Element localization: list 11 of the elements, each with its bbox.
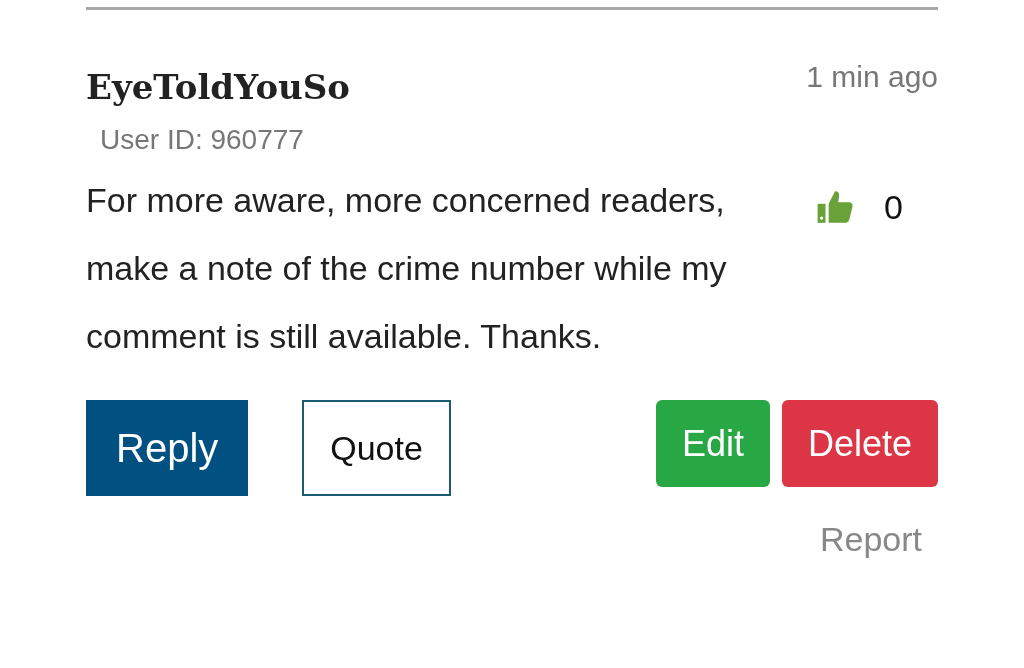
report-link[interactable]: Report xyxy=(819,522,922,556)
edit-button[interactable]: Edit xyxy=(655,400,770,487)
thumbs-up-icon[interactable] xyxy=(816,188,854,226)
quote-button[interactable]: Quote xyxy=(302,400,451,496)
comment-text: For more aware, more concerned readers, make a note of the crime number while my comment is still available. Thanks. xyxy=(86,180,728,357)
delete-button[interactable]: Delete xyxy=(781,400,938,487)
timestamp: 1 min ago xyxy=(806,62,938,92)
user-id: User ID: 960777 xyxy=(100,124,304,155)
like-count: 0 xyxy=(884,187,903,228)
reply-button[interactable]: Reply xyxy=(86,400,249,496)
username: EyeToldYouSo xyxy=(86,70,350,104)
